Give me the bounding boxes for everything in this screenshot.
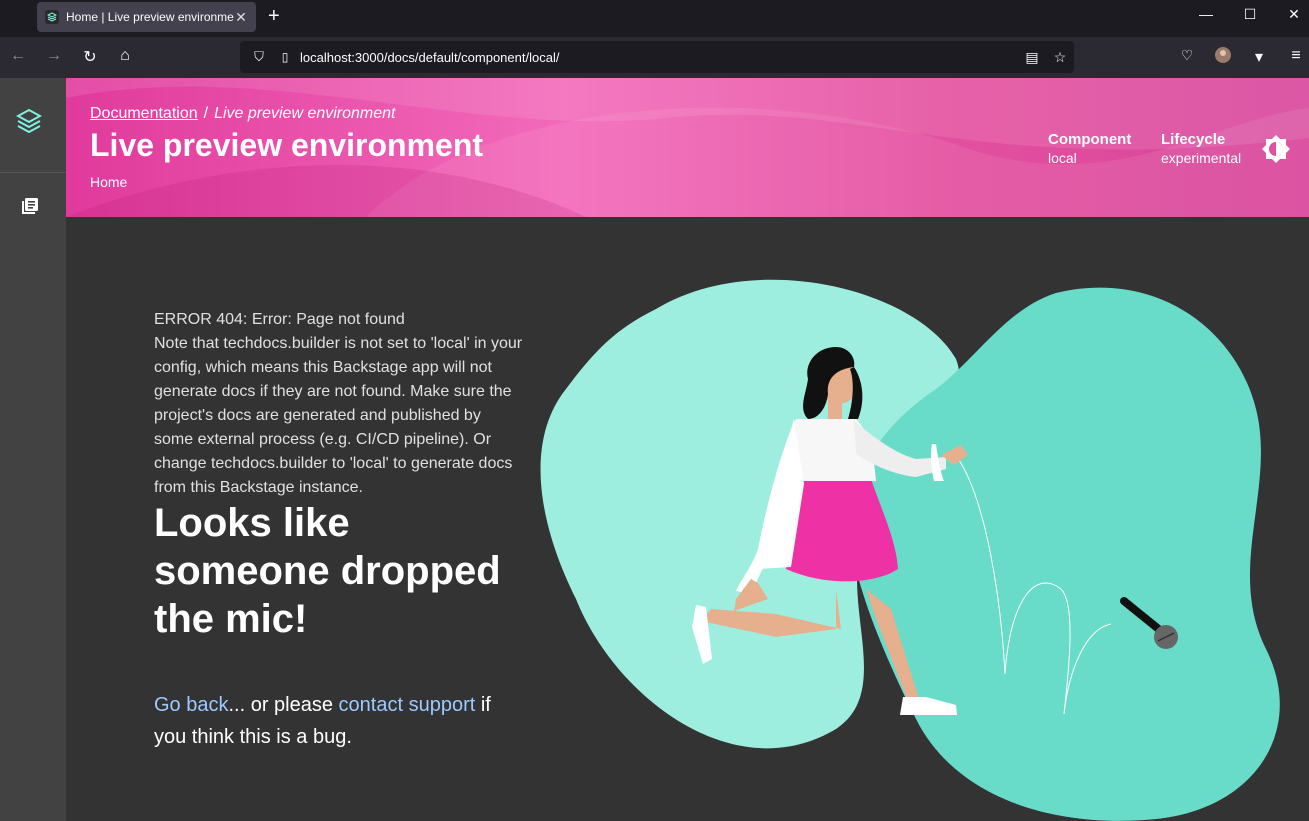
shield-icon[interactable]: ⛉ [244,49,274,65]
go-back-link[interactable]: Go back [154,694,228,716]
address-bar[interactable]: ⛉ ▯ localhost:3000/docs/default/componen… [240,41,1074,73]
new-tab-icon[interactable]: + [268,6,280,26]
minimize-icon[interactable]: — [1196,6,1216,22]
browser-tab[interactable]: Home | Live preview environme ✕ [37,2,256,32]
support-text: Go back... or please contact support if … [154,689,524,753]
breadcrumb-current: Live preview environment [214,105,396,122]
page-icon: ▯ [281,50,289,64]
forward-icon[interactable]: → [44,47,64,65]
profile-avatar[interactable] [1213,47,1233,68]
tab-close-icon[interactable]: ✕ [234,9,248,26]
home-icon[interactable]: ⌂ [115,47,135,65]
lifecycle-meta: Lifecycle experimental [1161,131,1241,166]
meta-value: local [1048,150,1077,166]
breadcrumb-separator: / [203,105,209,122]
sidebar [0,78,66,821]
reader-view-icon[interactable]: ▤ [1018,49,1046,66]
page-title: Live preview environment [90,127,484,163]
sidebar-divider [0,172,66,173]
page-subtitle: Home [90,174,128,190]
meta-label: Component [1048,131,1132,148]
back-icon[interactable]: ← [8,47,28,65]
maximize-icon[interactable]: ☐ [1240,6,1260,23]
error-message: ERROR 404: Error: Page not found Note th… [154,308,524,500]
reload-icon[interactable]: ↻ [80,47,100,67]
backstage-favicon-icon [45,10,59,24]
window-close-icon[interactable]: ✕ [1284,6,1304,23]
error-headline: Looks like someone dropped the mic! [154,501,501,641]
pocket-icon[interactable]: ♡ [1177,47,1197,64]
backstage-logo-icon[interactable] [16,108,42,136]
tab-title: Home | Live preview environme [66,10,234,24]
meta-value: experimental [1161,150,1242,166]
support-middle-text: ... or please [228,694,339,716]
browser-tab-bar: Home | Live preview environme ✕ + — ☐ ✕ [0,0,1309,37]
bookmark-star-icon[interactable]: ☆ [1046,49,1074,66]
menu-icon[interactable]: ≡ [1286,47,1306,65]
main-content: ERROR 404: Error: Page not found Note th… [66,217,1309,821]
brightness-toggle-icon[interactable] [1260,133,1292,165]
page-header: Documentation / Live preview environment L… [66,78,1309,217]
dropped-mic-illustration [540,279,1280,821]
meta-label: Lifecycle [1161,131,1226,148]
breadcrumb: Documentation / Live preview environment [90,105,396,123]
extension-icon[interactable]: ▾ [1249,47,1269,67]
contact-support-link[interactable]: contact support [339,694,476,716]
url-text[interactable]: localhost:3000/docs/default/component/lo… [296,50,1018,65]
browser-nav-bar: ← → ↻ ⌂ ⛉ ▯ localhost:3000/docs/default/… [0,37,1309,78]
library-books-icon[interactable] [21,197,39,215]
error-note: Note that techdocs.builder is not set to… [154,335,523,496]
component-meta: Component local [1048,131,1131,166]
breadcrumb-documentation-link[interactable]: Documentation [90,105,198,122]
error-code: ERROR 404: Error: Page not found [154,311,405,328]
